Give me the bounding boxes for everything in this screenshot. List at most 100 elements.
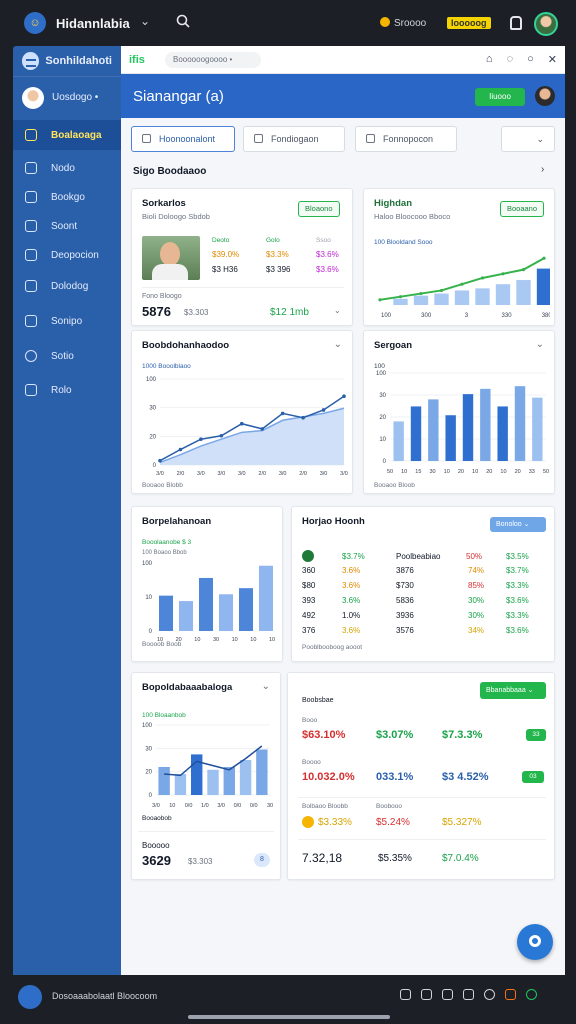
tray-icon[interactable] [526, 989, 537, 1000]
sidebar-brand[interactable]: Sonhildahoti [13, 46, 121, 76]
table-row[interactable]: $80 3.6% $730 85% $3.3% [292, 581, 556, 594]
count-badge: 8 [254, 853, 270, 867]
document-icon [25, 191, 37, 203]
combo-card: Bopoldabaaabaloga ⌄ 100 Bloaanbob 0 20 30 1… [131, 672, 281, 880]
address-bar[interactable]: Boooooogoooo • [165, 51, 261, 68]
trend-button[interactable]: Booaano [500, 201, 545, 217]
table-row[interactable]: 360 3.6% 3876 74% $3.7% [292, 566, 556, 579]
data-point [178, 447, 183, 452]
chevron-down-icon[interactable]: ⌄ [140, 14, 150, 28]
chart-bar [259, 565, 273, 631]
notification-icon[interactable] [510, 16, 522, 30]
status-chip[interactable]: Iooooog [447, 17, 491, 29]
data-point [260, 427, 265, 431]
sidebar-item-sent[interactable]: Soont [13, 211, 121, 241]
tick-label: 2/0 [177, 471, 185, 477]
sidebar-item-home[interactable]: Nodo [13, 153, 121, 183]
card-title: Boobdohanhaodoo [142, 340, 230, 351]
chart-bar [158, 767, 170, 795]
search-icon[interactable] [176, 14, 190, 28]
tray-icon[interactable] [421, 989, 432, 1000]
table-row[interactable]: 393 3.6% 5836 30% $3.6% [292, 596, 556, 609]
data-point [342, 394, 346, 398]
section-arrow-icon[interactable]: › [541, 164, 544, 175]
filter-tab-2[interactable]: Fonnopocon [355, 126, 457, 152]
tick-label: 2/0 [299, 471, 307, 477]
app-title: Hidannlabia [56, 16, 130, 31]
chart-bar [239, 588, 253, 631]
tick-label: 30 [267, 803, 273, 809]
close-icon[interactable]: ✕ [548, 53, 557, 66]
sidebar-item-dialog[interactable]: Dolodog [13, 271, 121, 301]
tick-label: 10 [269, 637, 275, 643]
tab-label[interactable]: ifis [129, 54, 165, 66]
chevron-down-icon[interactable]: ⌄ [334, 306, 341, 315]
sidebar-user[interactable]: Uosdogo • [13, 76, 121, 118]
coins-indicator[interactable]: Sroooo [380, 17, 426, 29]
chat-fab-button[interactable] [517, 924, 553, 960]
tick-label: 0 [383, 459, 387, 465]
profile-col-value2: $3 396 [266, 265, 291, 274]
tick-label: 10 [250, 637, 256, 643]
chevron-down-icon[interactable]: ⌄ [334, 339, 342, 350]
pin-icon[interactable]: ⌂ [486, 53, 493, 66]
home-indicator[interactable] [188, 1015, 390, 1019]
brand-logo-icon [22, 52, 40, 70]
foot-value: 5876 [142, 304, 171, 319]
tray-icon[interactable] [484, 989, 495, 1000]
card-title: Bopoldabaaabaloga [142, 682, 233, 693]
tick-label: 0 [149, 793, 153, 799]
user-avatar[interactable] [534, 12, 558, 36]
table-row[interactable]: 492 1.0% 3936 30% $3.3% [292, 611, 556, 624]
tray-icon[interactable] [505, 989, 516, 1000]
filter-tab-1[interactable]: Fondiogaon [243, 126, 345, 152]
tray-icon[interactable] [463, 989, 474, 1000]
table-cell: $730 [396, 581, 414, 590]
table-cell: 74% [468, 566, 485, 575]
sidebar-item-roles[interactable]: Rolo [13, 375, 121, 405]
table-cell: $3.6% [506, 626, 529, 635]
tray-icon[interactable] [442, 989, 453, 1000]
stats-button[interactable]: Bbanabbaaa ⌄ [480, 682, 546, 699]
stat-value-c: $7.0.4% [442, 853, 479, 864]
table-cell: 3876 [396, 566, 414, 575]
stat-value-c: $7.3.3% [442, 729, 483, 741]
list-icon [25, 249, 37, 261]
chat-icon[interactable]: ◌ [507, 53, 514, 66]
user-name: Uosdogo • [52, 92, 99, 103]
filter-tab-0[interactable]: Hoonoonalont [131, 126, 235, 152]
globe-icon [25, 220, 37, 232]
table-cell: 3576 [396, 626, 414, 635]
avatar[interactable] [535, 86, 555, 106]
sidebar-item-status[interactable]: Sotio [13, 341, 121, 371]
table-cell: 3.6% [342, 581, 361, 590]
sidebar-item-settings[interactable]: Sonipo [13, 306, 121, 336]
chevron-down-icon[interactable]: ⌄ [262, 681, 270, 692]
tray-icon[interactable] [400, 989, 411, 1000]
filter-dropdown[interactable]: ⌄ [501, 126, 555, 152]
stat-label-2: Boobooo [376, 803, 403, 810]
header-action-button[interactable]: Iiuooo [475, 88, 525, 106]
table-cell: 3.6% [342, 626, 361, 635]
data-point [439, 288, 444, 293]
stats-card: Boobsbae Bbanabbaaa ⌄ Booo $63.10% $3.07… [287, 672, 555, 880]
table-dropdown[interactable]: Bonoloo ⌄ [490, 517, 546, 532]
table-row[interactable]: 376 3.6% 3576 34% $3.6% [292, 626, 556, 639]
sidebar-item-deposits[interactable]: Deopocion [13, 240, 121, 270]
chart-bar [219, 594, 233, 631]
chart-bar [516, 280, 531, 305]
chevron-down-icon[interactable]: ⌄ [536, 339, 544, 350]
divider [298, 839, 546, 840]
card-title: Sorkarlos [142, 198, 186, 209]
table-cell: $3.3% [506, 581, 529, 590]
profile-button[interactable]: Bloaono [298, 201, 340, 217]
sidebar-item-dashboard[interactable]: Boalaoaga [13, 120, 121, 150]
settings-icon[interactable]: ○ [527, 53, 534, 66]
data-point [321, 408, 326, 412]
start-logo-icon[interactable] [18, 985, 42, 1009]
app-logo-icon[interactable]: ☺ [24, 12, 46, 34]
photo-shirt [152, 264, 188, 280]
divider [138, 831, 274, 832]
sidebar-item-bookings[interactable]: Bookgo [13, 182, 121, 212]
data-point [219, 433, 224, 438]
